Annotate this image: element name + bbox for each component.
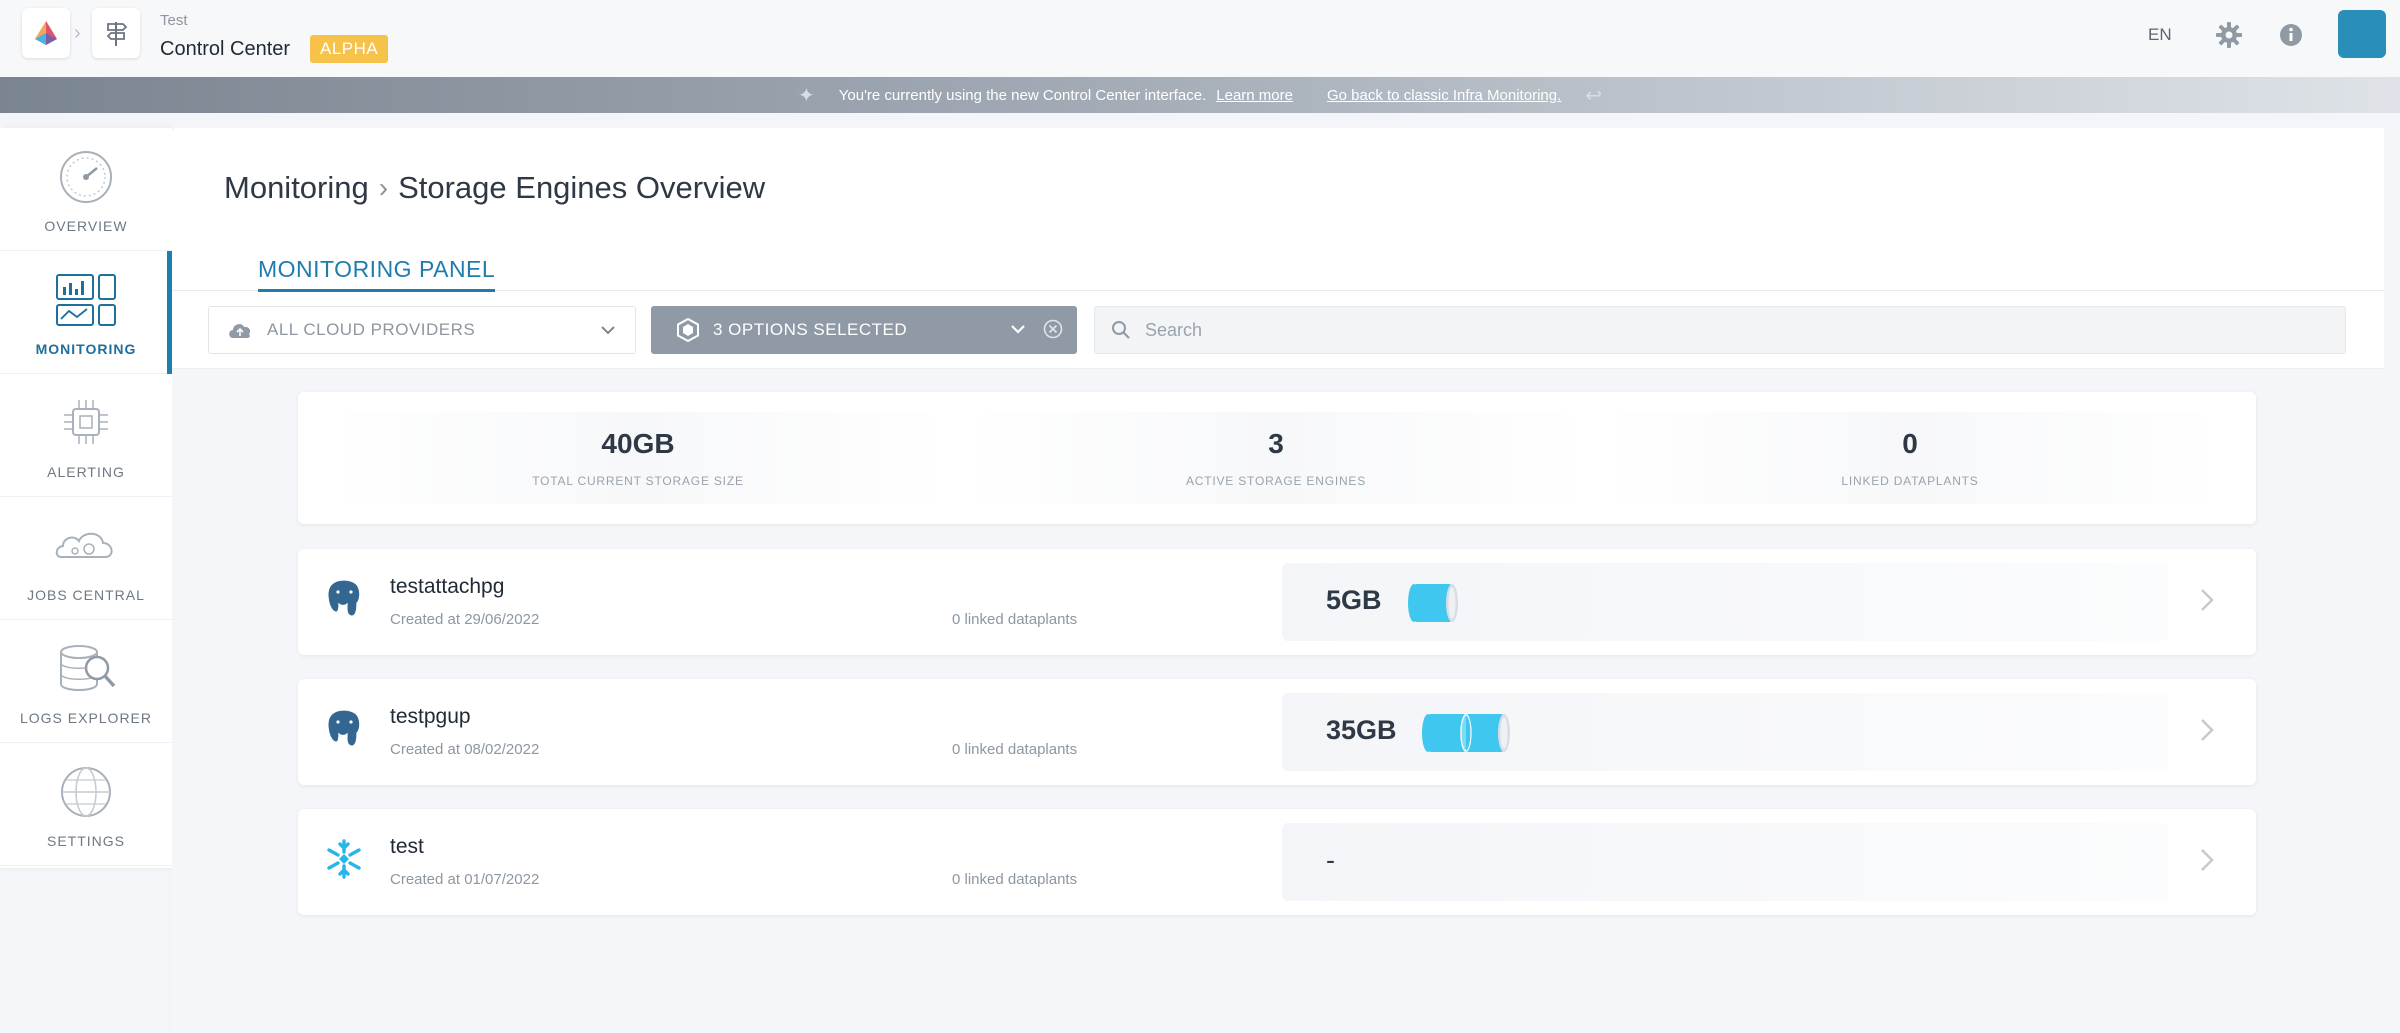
info-icon [2280, 24, 2302, 46]
sidebar-item-label: SETTINGS [46, 833, 125, 849]
breadcrumb-chevron-icon: › [378, 172, 389, 203]
app-logo[interactable] [22, 8, 70, 58]
stat-value: 40GB [601, 428, 675, 459]
stat-total-storage: 40GB TOTAL CURRENT STORAGE SIZE [328, 412, 948, 504]
app-title: Control Center [160, 38, 291, 60]
search-icon [1112, 321, 1130, 339]
engine-linked-dataplants: 0 linked dataplants [952, 741, 1078, 758]
user-avatar[interactable] [2338, 10, 2386, 58]
storage-size: - [1326, 845, 1335, 875]
storage-usage-bar: - [1282, 823, 2168, 901]
cloud-upload-icon [229, 324, 251, 338]
sidebar-item-logs-explorer[interactable]: LOGS EXPLORER [0, 620, 172, 743]
project-button[interactable] [92, 8, 140, 58]
sidebar-item-alerting[interactable]: ALERTING [0, 374, 172, 497]
jobs-cloud-icon [55, 532, 113, 558]
gear-icon [2216, 22, 2242, 48]
sidebar: OVERVIEW MONITORING ALERTING JOBS CENTRA… [0, 128, 172, 868]
interface-banner: ✦ You're currently using the new Control… [0, 77, 2400, 113]
engine-created-date: Created at 01/07/2022 [390, 871, 540, 888]
cloud-provider-value: ALL CLOUD PROVIDERS [267, 320, 476, 339]
chevron-down-icon [601, 326, 615, 335]
sidebar-item-settings[interactable]: SETTINGS [0, 743, 172, 866]
info-button[interactable] [2276, 20, 2306, 50]
clear-selection-icon[interactable] [1043, 319, 1063, 339]
storage-engine-row[interactable]: testpgup Created at 08/02/2022 0 linked … [298, 679, 2256, 785]
engine-linked-dataplants: 0 linked dataplants [952, 871, 1078, 888]
sidebar-item-label: JOBS CENTRAL [27, 587, 145, 603]
search-input[interactable] [1145, 319, 2325, 341]
postgresql-icon [327, 579, 361, 617]
learn-more-link[interactable]: Learn more [1216, 87, 1293, 104]
stat-value: 3 [1268, 428, 1284, 459]
engine-name: testpgup [390, 705, 471, 728]
project-name: Test [160, 12, 188, 29]
storage-type-value: 3 OPTIONS SELECTED [713, 320, 908, 339]
logs-database-search-icon [60, 645, 116, 691]
stat-value: 0 [1902, 428, 1918, 459]
signpost-icon [106, 22, 128, 46]
stat-label: TOTAL CURRENT STORAGE SIZE [532, 474, 744, 488]
gauge-icon [60, 151, 112, 203]
cloud-provider-select[interactable]: ALL CLOUD PROVIDERS [208, 306, 636, 354]
stat-label: ACTIVE STORAGE ENGINES [1185, 474, 1367, 488]
language-selector[interactable]: EN [2148, 25, 2172, 45]
sidebar-item-monitoring[interactable]: MONITORING [0, 251, 172, 374]
breadcrumb-monitoring-link[interactable]: Monitoring [224, 170, 369, 206]
engine-name: test [390, 835, 424, 858]
settings-gear-button[interactable] [2214, 20, 2244, 50]
banner-message: You're currently using the new Control C… [838, 86, 1207, 104]
storage-cylinder-icon [1408, 584, 1458, 622]
monitoring-dashboard-icon [56, 274, 116, 326]
stat-label: LINKED DATAPLANTS [1841, 474, 1979, 488]
breadcrumb-chevron-icon: › [74, 22, 81, 44]
storage-type-select[interactable]: 3 OPTIONS SELECTED [651, 306, 1077, 354]
chevron-down-icon [1011, 325, 1025, 334]
storage-usage-bar: 5GB [1282, 563, 2168, 641]
settings-globe-icon [61, 767, 111, 817]
filter-divider [172, 368, 2384, 369]
chevron-right-icon [2201, 719, 2214, 741]
sidebar-item-label: OVERVIEW [44, 218, 128, 234]
tabs-divider [172, 290, 2384, 291]
sidebar-item-jobs-central[interactable]: JOBS CENTRAL [0, 497, 172, 620]
sidebar-item-label: ALERTING [47, 464, 125, 480]
storage-usage-bar: 35GB [1282, 693, 2168, 771]
page-title: Storage Engines Overview [398, 170, 766, 205]
main-panel: Monitoring › Storage Engines Overview MO… [172, 128, 2384, 1033]
alerting-chip-icon [64, 400, 108, 444]
alpha-badge: ALPHA [310, 35, 389, 63]
stat-linked-dataplants: 0 LINKED DATAPLANTS [1600, 412, 2220, 504]
top-bar: › Test Control Center ALPHA EN [0, 0, 2400, 77]
engine-name: testattachpg [390, 575, 505, 598]
tab-monitoring-panel[interactable]: MONITORING PANEL [258, 256, 496, 292]
engine-created-date: Created at 08/02/2022 [390, 741, 540, 758]
engine-created-date: Created at 29/06/2022 [390, 611, 540, 628]
storage-engine-row[interactable]: test Created at 01/07/2022 0 linked data… [298, 809, 2256, 915]
chevron-right-icon [2201, 849, 2214, 871]
storage-engine-row[interactable]: testattachpg Created at 29/06/2022 0 lin… [298, 549, 2256, 655]
hexagon-icon [677, 318, 699, 342]
storage-size: 35GB [1326, 715, 1397, 745]
sparkle-icon: ✦ [797, 84, 815, 107]
chevron-right-icon [2201, 589, 2214, 611]
snowflake-icon [327, 839, 361, 879]
page-breadcrumb: Monitoring › Storage Engines Overview [224, 170, 765, 206]
storage-stats-card: 40GB TOTAL CURRENT STORAGE SIZE 3 ACTIVE… [298, 392, 2256, 524]
engine-linked-dataplants: 0 linked dataplants [952, 611, 1078, 628]
sidebar-item-label: LOGS EXPLORER [19, 710, 153, 726]
go-back-classic-link[interactable]: Go back to classic Infra Monitoring. [1327, 87, 1561, 104]
sidebar-item-overview[interactable]: OVERVIEW [0, 128, 172, 251]
app-logo-icon [35, 21, 57, 45]
postgresql-icon [327, 709, 361, 747]
back-arrow-icon: ↩ [1585, 84, 1603, 107]
storage-cylinder-icon [1422, 714, 1510, 752]
search-field[interactable] [1094, 306, 2346, 354]
sidebar-item-label: MONITORING [35, 341, 137, 357]
storage-size: 5GB [1326, 585, 1382, 615]
stat-active-engines: 3 ACTIVE STORAGE ENGINES [966, 412, 1586, 504]
